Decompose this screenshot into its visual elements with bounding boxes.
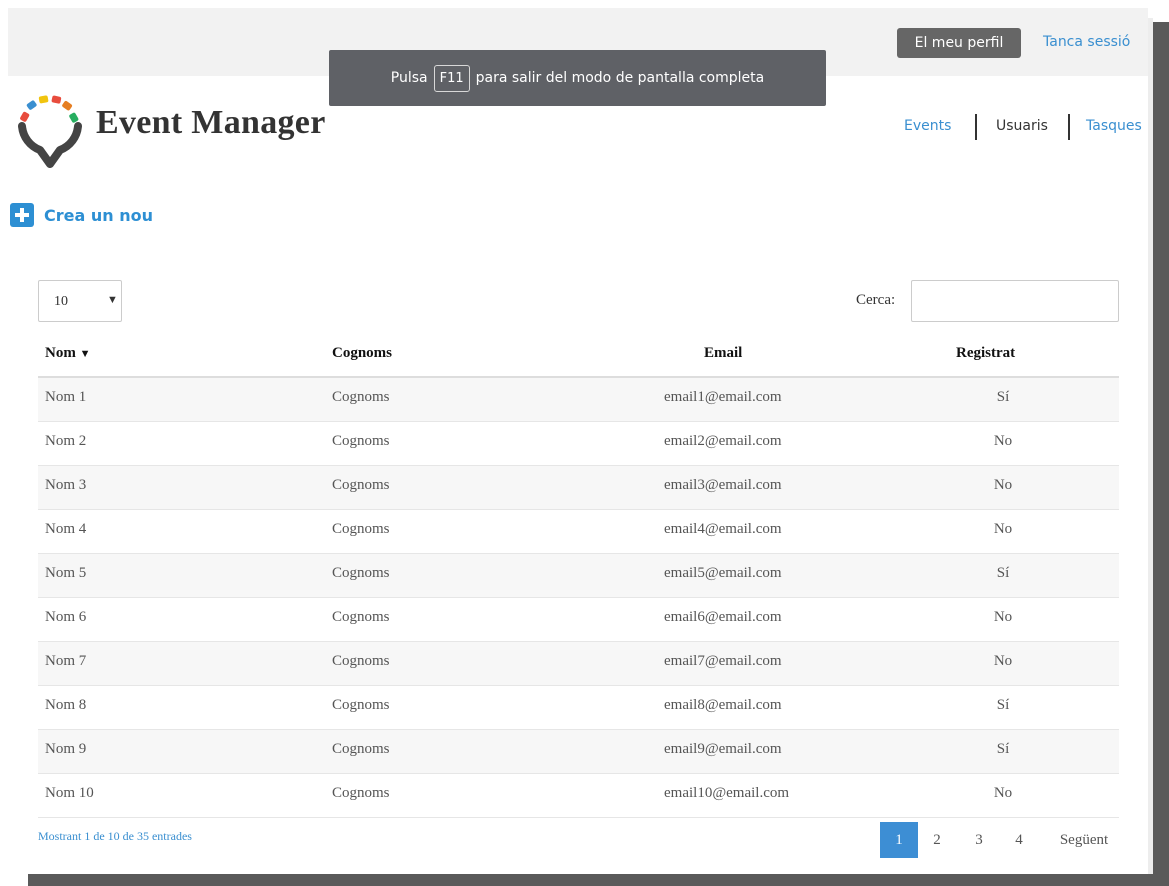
cell-cognoms: Cognoms [332, 433, 390, 449]
cell-nom: Nom 3 [45, 477, 87, 493]
cell-nom: Nom 4 [45, 521, 87, 537]
cell-nom: Nom 1 [45, 389, 87, 405]
cell-cognoms: Cognoms [332, 521, 390, 537]
cell-email: email8@email.com [664, 697, 782, 713]
cell-cognoms: Cognoms [332, 653, 390, 669]
header-cognoms[interactable]: Cognoms [332, 345, 392, 362]
page: El meu perfil Tanca sessió Event Manager… [0, 0, 1169, 886]
cell-email: email3@email.com [664, 477, 782, 493]
cell-registrat: No [993, 609, 1013, 625]
cell-email: email7@email.com [664, 653, 782, 669]
cell-registrat: No [993, 521, 1013, 537]
header-registrat[interactable]: Registrat [956, 345, 1015, 362]
cell-cognoms: Cognoms [332, 697, 390, 713]
next-page-button[interactable]: Següent [1052, 822, 1116, 858]
table-header: Nom ▼ Cognoms Email Registrat [38, 334, 1119, 378]
cell-nom: Nom 2 [45, 433, 87, 449]
cell-cognoms: Cognoms [332, 609, 390, 625]
sort-desc-icon: ▼ [79, 348, 91, 360]
event-manager-logo-icon [18, 95, 82, 168]
users-table: Nom ▼ Cognoms Email Registrat Nom 1 Cogno… [38, 334, 1119, 818]
logout-link[interactable]: Tanca sessió [1043, 34, 1130, 50]
cell-registrat: Sí [996, 389, 1010, 405]
search-label: Cerca: [856, 292, 896, 308]
table-body: Nom 1 Cognoms email1@email.com Sí Nom 2 Cogno… [38, 378, 1119, 818]
cell-email: email9@email.com [664, 741, 782, 757]
window-frame-right [1153, 22, 1169, 886]
cell-registrat: Sí [996, 697, 1010, 713]
page-4-button[interactable]: 4 [1002, 822, 1036, 858]
table-row[interactable]: Nom 8 Cognoms email8@email.com Sí [38, 686, 1119, 730]
cell-registrat: No [993, 477, 1013, 493]
cell-nom: Nom 5 [45, 565, 87, 581]
cell-cognoms: Cognoms [332, 785, 390, 801]
create-new-button[interactable]: Crea un nou [10, 203, 153, 227]
cell-registrat: Sí [996, 741, 1010, 757]
cell-registrat: Sí [996, 565, 1010, 581]
cell-email: email4@email.com [664, 521, 782, 537]
nav-users-link[interactable]: Usuaris [996, 118, 1048, 134]
toast-suffix: para salir del modo de pantalla completa [475, 70, 765, 86]
cell-registrat: No [993, 653, 1013, 669]
page-1-button[interactable]: 1 [880, 822, 918, 858]
page-2-button[interactable]: 2 [920, 822, 954, 858]
table-row[interactable]: Nom 1 Cognoms email1@email.com Sí [38, 378, 1119, 422]
cell-email: email2@email.com [664, 433, 782, 449]
table-row[interactable]: Nom 9 Cognoms email9@email.com Sí [38, 730, 1119, 774]
brand-title: Event Manager [96, 104, 326, 141]
fullscreen-toast: Pulsa F11 para salir del modo de pantall… [329, 50, 826, 106]
page-3-button[interactable]: 3 [962, 822, 996, 858]
page-length-value: 10 [54, 294, 68, 309]
profile-button[interactable]: El meu perfil [897, 28, 1021, 58]
nav-tasks-link[interactable]: Tasques [1086, 118, 1142, 134]
cell-cognoms: Cognoms [332, 565, 390, 581]
cell-cognoms: Cognoms [332, 741, 390, 757]
page-length-select[interactable]: 10 ▼ [38, 280, 122, 322]
header-email[interactable]: Email [704, 345, 742, 362]
plus-icon [10, 203, 34, 227]
cell-email: email5@email.com [664, 565, 782, 581]
table-row[interactable]: Nom 2 Cognoms email2@email.com No [38, 422, 1119, 466]
table-row[interactable]: Nom 5 Cognoms email5@email.com Sí [38, 554, 1119, 598]
cell-email: email6@email.com [664, 609, 782, 625]
table-row[interactable]: Nom 6 Cognoms email6@email.com No [38, 598, 1119, 642]
cell-email: email1@email.com [664, 389, 782, 405]
nav-events-link[interactable]: Events [904, 118, 951, 134]
window-frame-bottom [28, 874, 1169, 886]
table-info: Mostrant 1 de 10 de 35 entrades [38, 829, 192, 843]
cell-registrat: No [993, 785, 1013, 801]
cell-cognoms: Cognoms [332, 389, 390, 405]
table-row[interactable]: Nom 10 Cognoms email10@email.com No [38, 774, 1119, 818]
nav-divider [1068, 114, 1070, 140]
cell-email: email10@email.com [664, 785, 790, 801]
cell-nom: Nom 8 [45, 697, 87, 713]
cell-cognoms: Cognoms [332, 477, 390, 493]
toast-key: F11 [433, 64, 470, 92]
cell-nom: Nom 9 [45, 741, 87, 757]
cell-registrat: No [993, 433, 1013, 449]
toast-prefix: Pulsa [390, 70, 428, 86]
create-new-label: Crea un nou [44, 205, 153, 225]
table-row[interactable]: Nom 7 Cognoms email7@email.com No [38, 642, 1119, 686]
cell-nom: Nom 6 [45, 609, 87, 625]
table-row[interactable]: Nom 4 Cognoms email4@email.com No [38, 510, 1119, 554]
cell-nom: Nom 10 [45, 785, 94, 801]
nav-divider [975, 114, 977, 140]
table-row[interactable]: Nom 3 Cognoms email3@email.com No [38, 466, 1119, 510]
search-input[interactable] [911, 280, 1119, 322]
cell-nom: Nom 7 [45, 653, 87, 669]
chevron-down-icon: ▼ [107, 294, 118, 306]
header-nom[interactable]: Nom ▼ [45, 345, 90, 362]
